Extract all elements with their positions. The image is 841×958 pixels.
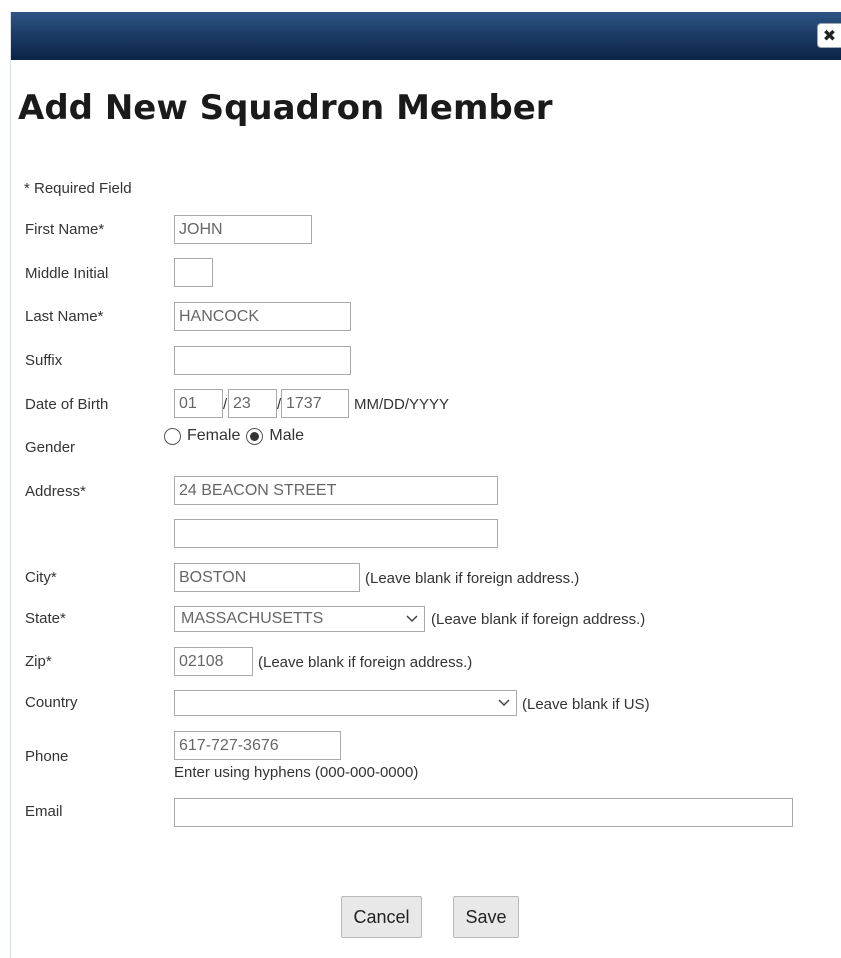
dob-year-input[interactable]	[281, 389, 349, 418]
first-name-label: First Name*	[25, 221, 105, 238]
state-hint: (Leave blank if foreign address.)	[431, 611, 646, 628]
address-label: Address*	[25, 483, 86, 500]
dob-separator: /	[223, 396, 228, 413]
state-label: State*	[25, 610, 66, 627]
gender-male-radio[interactable]	[246, 427, 264, 445]
country-hint: (Leave blank if US)	[522, 696, 650, 713]
gender-male-label: Male	[269, 427, 305, 444]
email-label: Email	[25, 803, 63, 820]
zip-hint: (Leave blank if foreign address.)	[258, 654, 473, 671]
state-select[interactable]: MASSACHUSETTS	[174, 606, 425, 632]
dob-month-input[interactable]	[174, 389, 223, 418]
address-line2-input[interactable]	[174, 519, 498, 548]
phone-input[interactable]	[174, 731, 341, 760]
middle-initial-input[interactable]	[174, 258, 213, 287]
last-name-label: Last Name*	[25, 308, 104, 325]
phone-hint: Enter using hyphens (000-000-0000)	[174, 764, 419, 781]
country-select[interactable]	[174, 690, 517, 716]
first-name-input[interactable]	[174, 215, 312, 244]
dob-label: Date of Birth	[25, 396, 109, 413]
cancel-button[interactable]: Cancel	[341, 896, 422, 938]
country-label: Country	[25, 694, 78, 711]
dialog-titlebar: ✖	[11, 12, 841, 60]
gender-radio-group: Female Male	[164, 427, 310, 445]
page-title: Add New Squadron Member	[18, 88, 553, 128]
last-name-input[interactable]	[174, 302, 351, 331]
suffix-label: Suffix	[25, 352, 63, 369]
suffix-input[interactable]	[174, 346, 351, 375]
email-input[interactable]	[174, 798, 793, 827]
gender-label: Gender	[25, 439, 76, 456]
phone-label: Phone	[25, 748, 69, 765]
state-select-value: MASSACHUSETTS	[181, 610, 324, 627]
address-line1-input[interactable]	[174, 476, 498, 505]
close-button[interactable]: ✖	[817, 23, 841, 48]
gender-female-radio[interactable]	[164, 427, 181, 445]
dob-day-input[interactable]	[228, 389, 277, 418]
close-icon: ✖	[822, 25, 837, 45]
zip-input[interactable]	[174, 647, 253, 676]
gender-female-label: Female	[187, 427, 241, 444]
city-label: City*	[25, 569, 57, 586]
zip-label: Zip*	[25, 653, 52, 670]
chevron-down-icon	[498, 697, 510, 709]
city-hint: (Leave blank if foreign address.)	[365, 570, 580, 587]
dob-format-hint: MM/DD/YYYY	[354, 396, 450, 413]
chevron-down-icon	[406, 613, 418, 625]
save-button[interactable]: Save	[453, 896, 519, 938]
middle-initial-label: Middle Initial	[25, 265, 109, 282]
city-input[interactable]	[174, 563, 360, 592]
required-field-note: * Required Field	[24, 180, 132, 197]
